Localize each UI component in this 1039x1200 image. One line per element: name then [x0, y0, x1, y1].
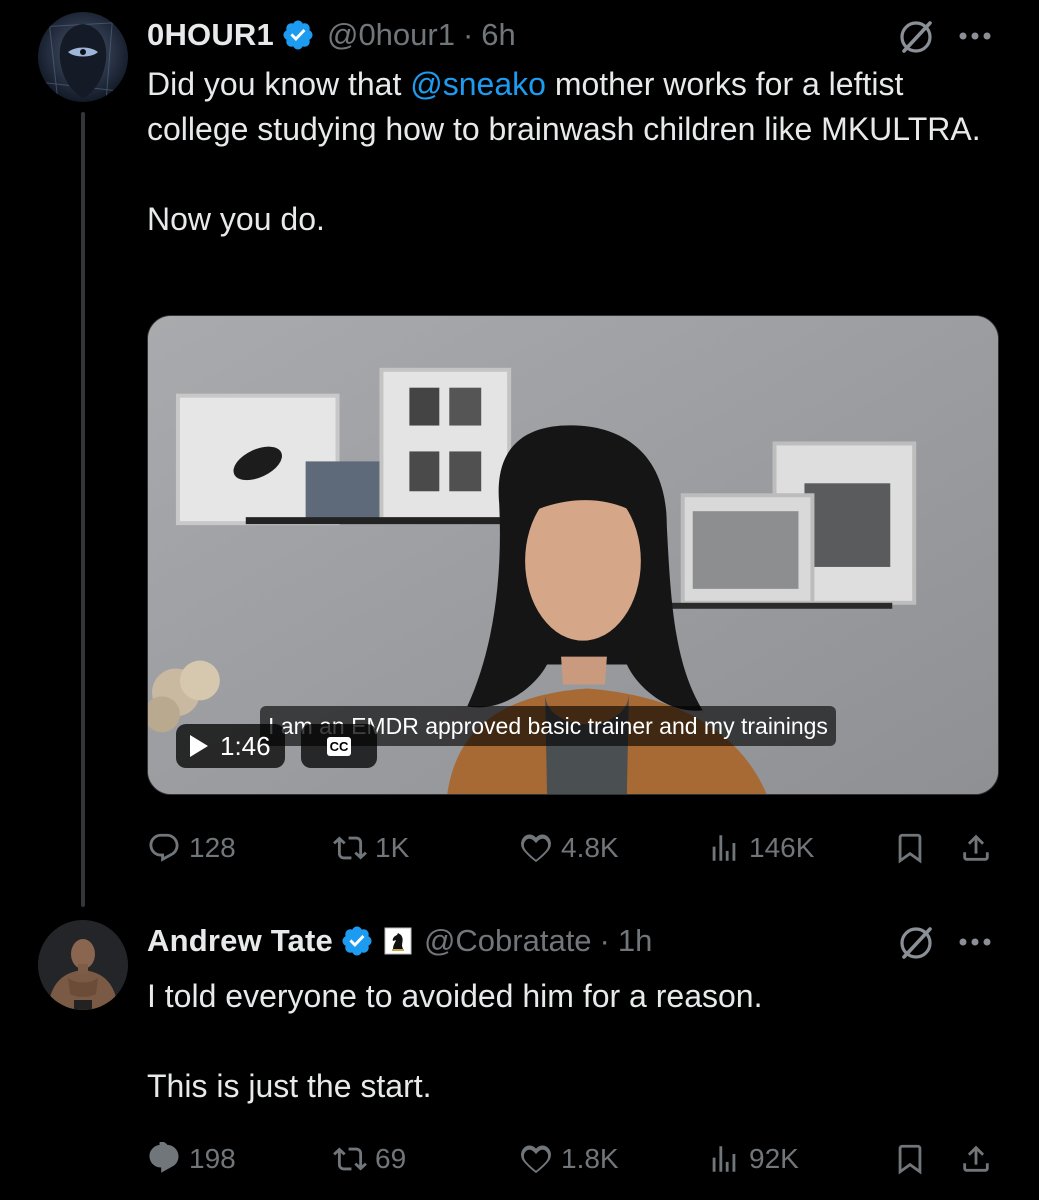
- play-icon: [190, 735, 208, 757]
- post-actions: 128 1K 4.8K 146K: [147, 826, 999, 870]
- separator-dot: ·: [462, 17, 474, 52]
- post-header: 0HOUR1 @0hour1 · 6h: [147, 12, 516, 58]
- repost-count: 1K: [375, 832, 410, 863]
- post-text-line: I told everyone to avoided him for a rea…: [147, 978, 763, 1014]
- verified-badge-icon: [340, 924, 374, 958]
- like-count: 4.8K: [561, 832, 619, 863]
- share-icon: [963, 834, 989, 861]
- repost-button[interactable]: 1K: [333, 826, 409, 870]
- bookmark-icon: [898, 833, 922, 864]
- video-duration: 1:46: [220, 730, 271, 761]
- bookmark-button[interactable]: [893, 1137, 927, 1181]
- chess-knight-icon[interactable]: [384, 927, 412, 955]
- repost-count: 69: [375, 1143, 407, 1174]
- mention-link[interactable]: @sneako: [410, 66, 546, 102]
- author-display-name[interactable]: 0HOUR1: [147, 17, 274, 53]
- repost-button[interactable]: 69: [333, 1137, 406, 1181]
- post-text-line: [147, 152, 997, 197]
- heart-icon: [521, 1145, 551, 1174]
- post-timestamp[interactable]: 6h: [481, 17, 515, 53]
- reply-button[interactable]: 128: [147, 826, 236, 870]
- like-count: 1.8K: [561, 1143, 619, 1174]
- reply-icon: [149, 1142, 179, 1173]
- separator-dot: ·: [599, 923, 610, 958]
- muscular-man-avatar-icon: [38, 920, 128, 1010]
- cc-icon: CC: [326, 736, 352, 756]
- post-text-line: Did you know that @sneako mother works f…: [147, 66, 981, 147]
- avatar-cobratate[interactable]: [38, 920, 128, 1010]
- post-timestamp[interactable]: 1h: [618, 923, 652, 959]
- repost-icon: [333, 1147, 367, 1171]
- share-button[interactable]: [959, 826, 993, 870]
- reply-count: 198: [189, 1143, 236, 1174]
- views-button[interactable]: 146K: [707, 826, 814, 870]
- grok-icon[interactable]: [897, 18, 935, 56]
- reply-count: 128: [189, 832, 236, 863]
- views-chart-icon: [712, 1146, 736, 1172]
- avatar-0hour1[interactable]: [38, 12, 128, 102]
- views-chart-icon: [712, 835, 736, 861]
- play-button[interactable]: 1:46: [176, 724, 285, 768]
- more-options-icon[interactable]: [955, 922, 995, 962]
- author-handle[interactable]: @Cobratate: [424, 923, 592, 959]
- author-display-name[interactable]: Andrew Tate: [147, 923, 333, 959]
- view-count: 146K: [749, 832, 815, 863]
- like-button[interactable]: 4.8K: [519, 826, 619, 870]
- closed-captions-button[interactable]: CC: [301, 724, 377, 768]
- bookmark-icon: [898, 1144, 922, 1175]
- post-text-line: Now you do.: [147, 201, 325, 237]
- view-count: 92K: [749, 1143, 799, 1174]
- repost-icon: [333, 836, 367, 860]
- share-icon: [963, 1145, 989, 1172]
- author-handle[interactable]: @0hour1: [327, 17, 455, 53]
- thread-connector-line: [81, 112, 85, 907]
- like-button[interactable]: 1.8K: [519, 1137, 619, 1181]
- post-text-line: This is just the start.: [147, 1068, 432, 1104]
- heart-icon: [521, 834, 551, 863]
- post-text: I told everyone to avoided him for a rea…: [147, 974, 997, 1109]
- reply-button[interactable]: 198: [147, 1137, 236, 1181]
- views-button[interactable]: 92K: [707, 1137, 799, 1181]
- reply-icon: [149, 833, 179, 862]
- post-actions: 198 69 1.8K 92K: [147, 1137, 999, 1181]
- more-options-icon[interactable]: [955, 16, 995, 56]
- share-button[interactable]: [959, 1137, 993, 1181]
- post-text-line: [147, 1019, 997, 1064]
- hooded-figure-avatar-icon: [38, 12, 128, 102]
- grok-icon[interactable]: [897, 924, 935, 962]
- post-text: Did you know that @sneako mother works f…: [147, 62, 997, 242]
- post-header: Andrew Tate @Cobratate · 1h: [147, 918, 652, 964]
- verified-badge-icon: [281, 18, 315, 52]
- bookmark-button[interactable]: [893, 826, 927, 870]
- video-player[interactable]: I am an EMDR approved basic trainer and …: [147, 315, 999, 795]
